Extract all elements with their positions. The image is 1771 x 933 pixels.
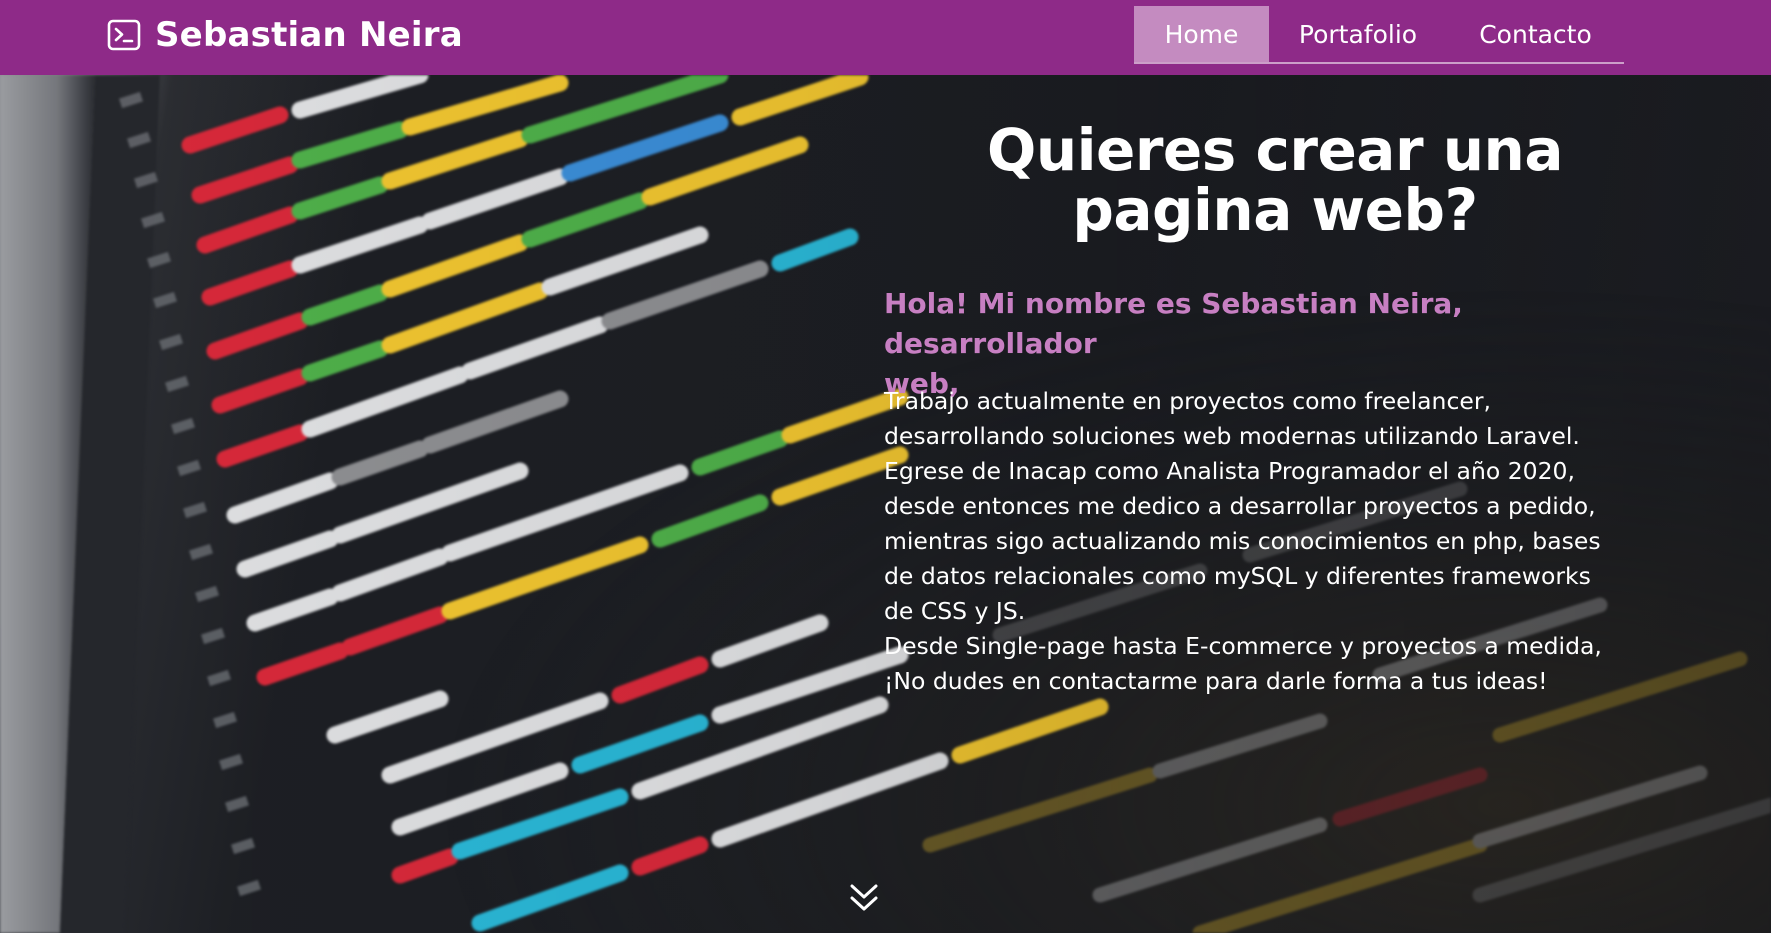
brand-name: Sebastian Neira <box>155 15 463 55</box>
bio-line: de datos relacionales como mySQL y difer… <box>884 562 1591 590</box>
hero-bio: Trabajo actualmente en proyectos como fr… <box>884 384 1674 699</box>
bio-line: Desde Single-page hasta E-commerce y pro… <box>884 632 1602 660</box>
brand-link[interactable]: Sebastian Neira <box>107 12 463 58</box>
hero-title-line-2: pagina web? <box>1072 176 1478 244</box>
bio-line: de CSS y JS. <box>884 597 1026 625</box>
nav-item-contacto[interactable]: Contacto <box>1447 6 1624 62</box>
bio-line: Egrese de Inacap como Analista Programad… <box>884 457 1575 485</box>
hero-title-line-1: Quieres crear una <box>987 116 1563 184</box>
bio-line: mientras sigo actualizando mis conocimie… <box>884 527 1601 555</box>
bio-line: Trabajo actualmente en proyectos como fr… <box>884 387 1491 415</box>
bio-line: desde entonces me dedico a desarrollar p… <box>884 492 1596 520</box>
bio-line: desarrollando soluciones web modernas ut… <box>884 422 1580 450</box>
navbar: Sebastian Neira Home Portafolio Contacto <box>0 0 1771 75</box>
bio-line: ¡No dudes en contactarme para darle form… <box>884 667 1548 695</box>
terminal-icon <box>107 19 141 51</box>
nav-item-home[interactable]: Home <box>1134 6 1269 62</box>
nav-item-portafolio[interactable]: Portafolio <box>1269 6 1447 62</box>
chevron-double-down-icon[interactable] <box>849 882 879 914</box>
hero-intro-line-1: Hola! Mi nombre es Sebastian Neira, desa… <box>884 287 1463 360</box>
main-nav: Home Portafolio Contacto <box>1134 6 1624 64</box>
hero-title: Quieres crear una pagina web? <box>900 120 1650 240</box>
